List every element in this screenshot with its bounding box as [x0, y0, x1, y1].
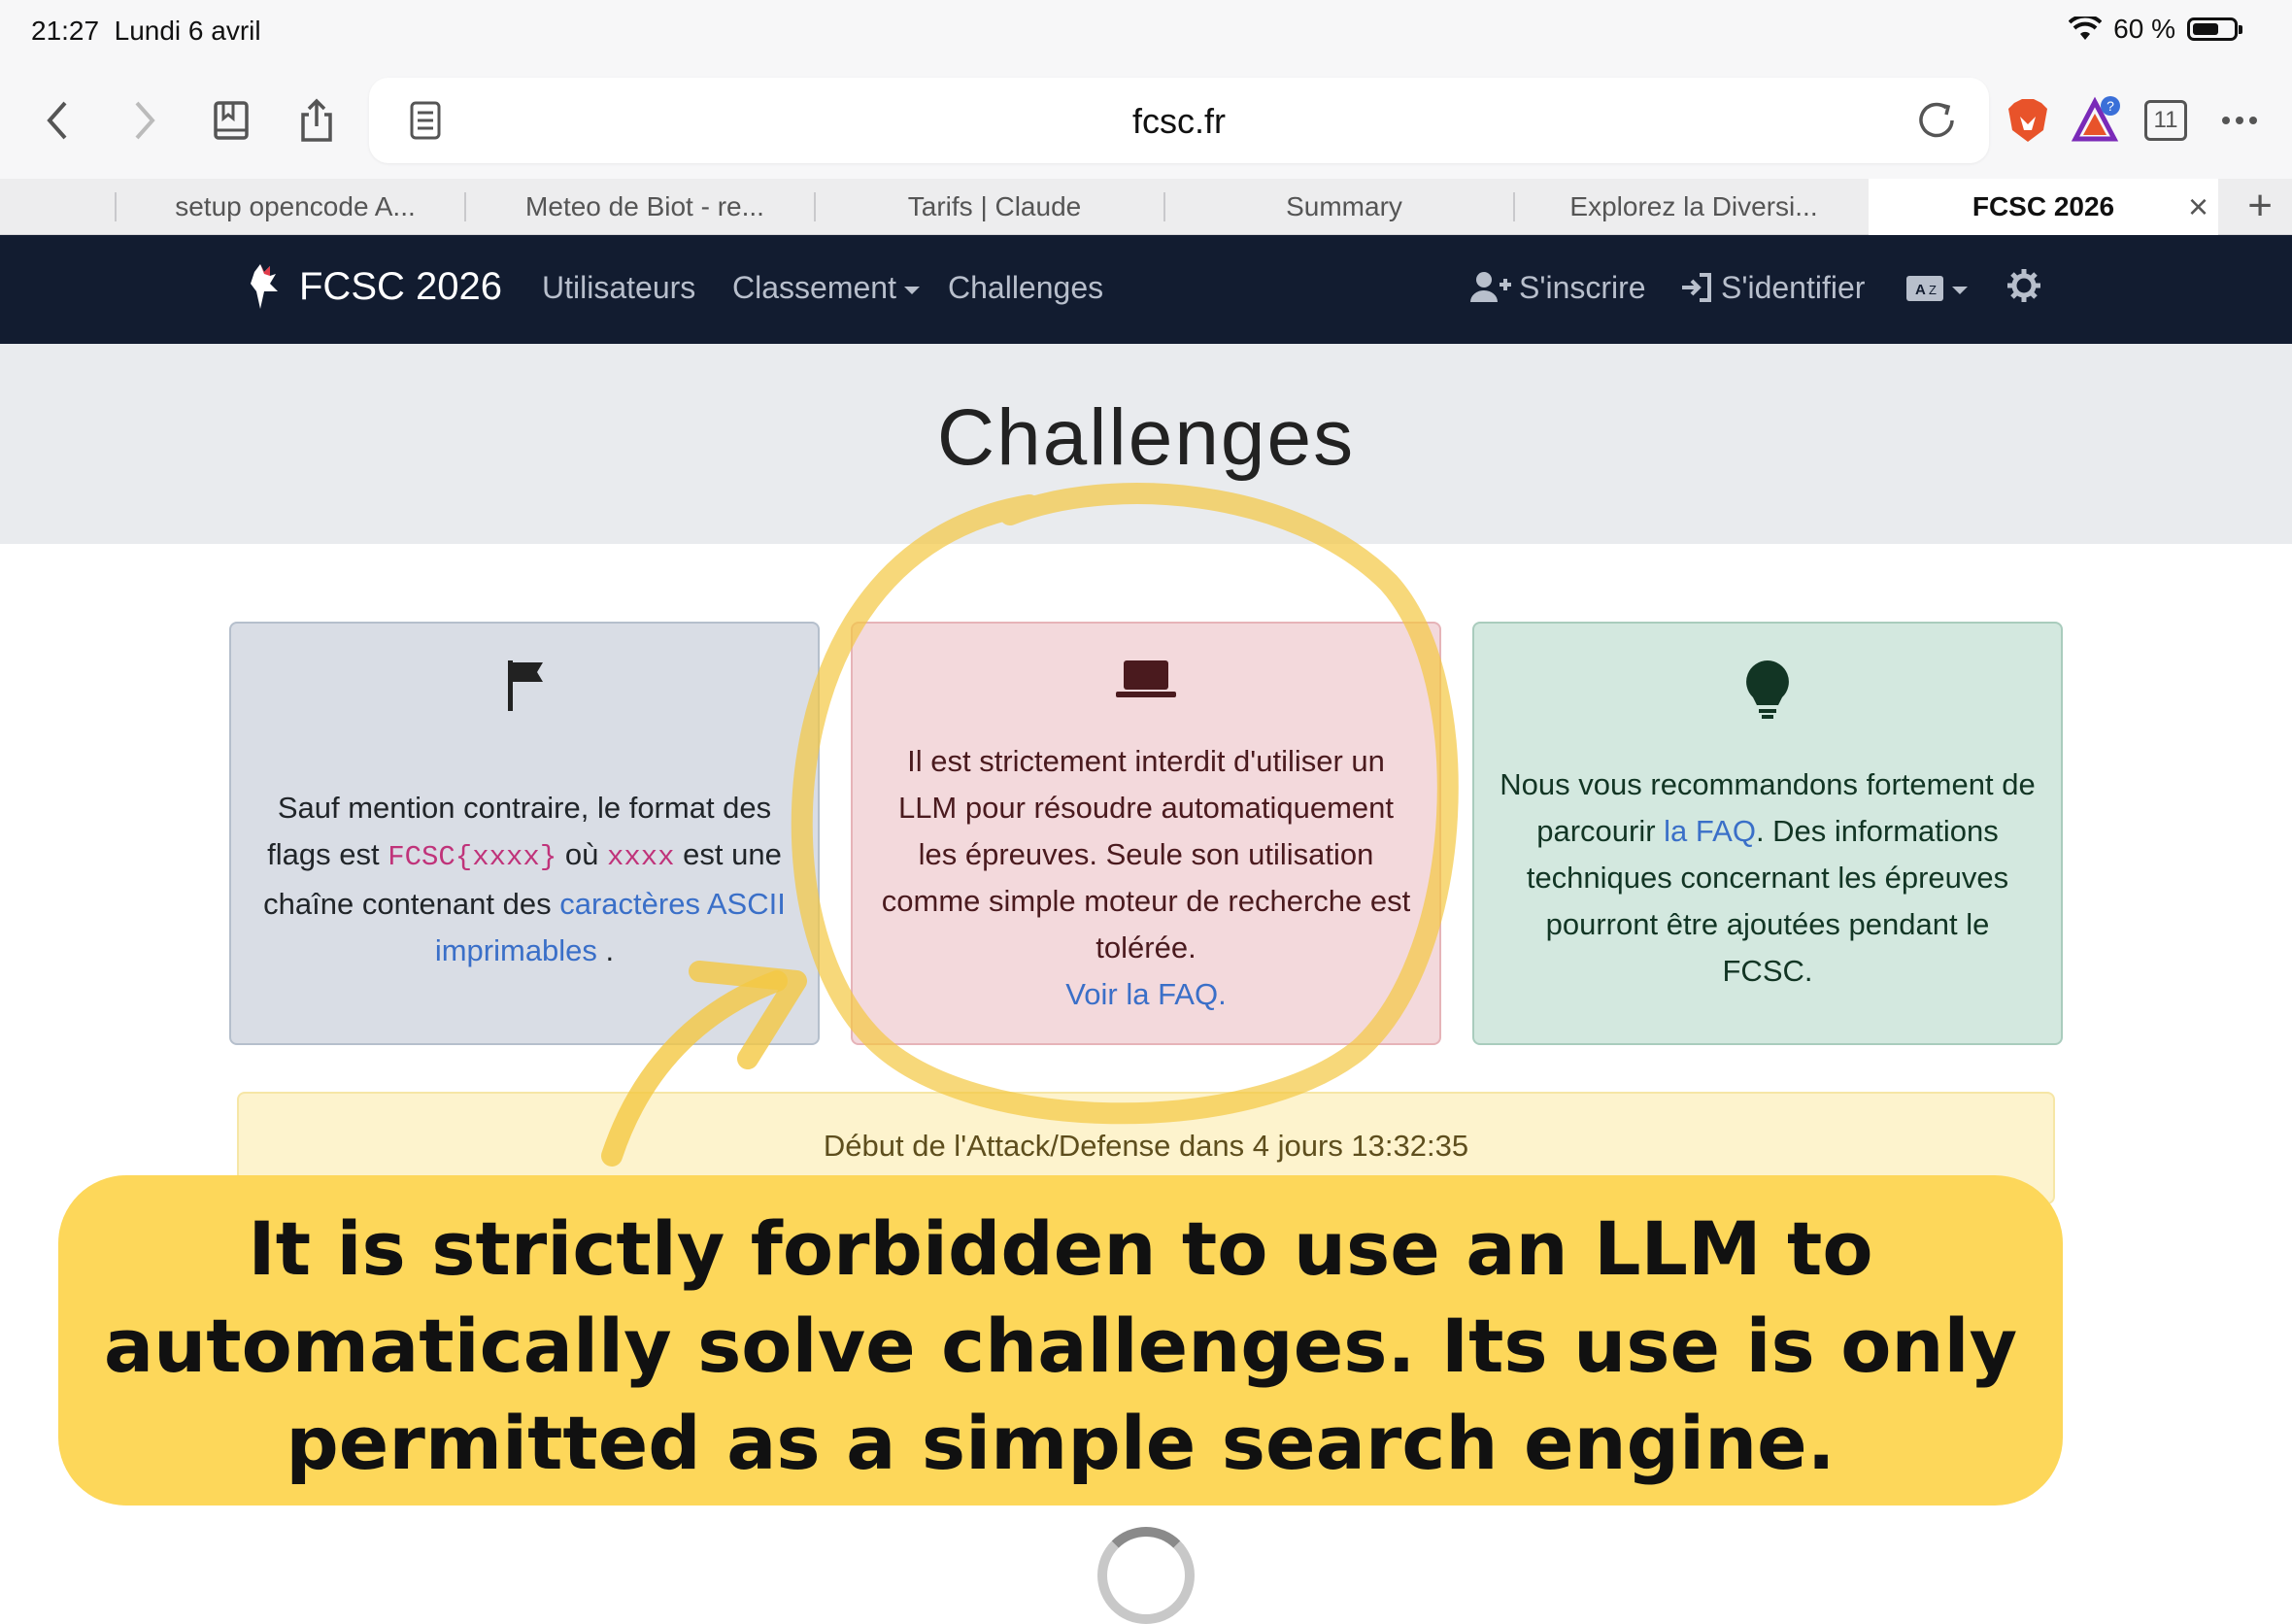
- tab-separator: [1513, 192, 1515, 221]
- language-selector[interactable]: AZ: [1905, 270, 1968, 306]
- brand-name[interactable]: FCSC 2026: [299, 265, 502, 309]
- tab-explorez[interactable]: Explorez la Diversi...: [1519, 179, 1869, 235]
- gear-icon: [2007, 269, 2040, 302]
- new-tab-icon[interactable]: +: [2247, 185, 2273, 227]
- tab-meteo[interactable]: Meteo de Biot - re...: [470, 179, 820, 235]
- battery-percent: 60 %: [2113, 14, 2175, 44]
- browser-toolbar: fcsc.fr ? 11: [0, 62, 2292, 179]
- sign-in-icon: [1682, 273, 1711, 302]
- brave-lion-icon[interactable]: [1999, 91, 2057, 150]
- nav-ranking-label: Classement: [732, 270, 896, 305]
- status-indicators: 60 %: [2069, 14, 2242, 45]
- tab-separator: [464, 192, 466, 221]
- flag-text-2: où: [556, 837, 607, 871]
- wifi-icon: [2069, 17, 2103, 40]
- reload-icon[interactable]: [1913, 97, 1960, 144]
- flag-format-card: Sauf mention contraire, le format des fl…: [229, 622, 820, 1045]
- brand[interactable]: FCSC 2026: [247, 262, 502, 311]
- nav-register[interactable]: S'inscrire: [1470, 270, 1646, 306]
- llm-policy-text: Il est strictement interdit d'utiliser u…: [881, 744, 1411, 964]
- tab-fcsc[interactable]: FCSC 2026 ×: [1869, 179, 2218, 235]
- flag-text-4: .: [596, 933, 615, 967]
- flag-format-text: Sauf mention contraire, le format des fl…: [254, 785, 794, 974]
- status-bar: 21:27 Lundi 6 avril 60 %: [0, 0, 2292, 62]
- tab-summary[interactable]: Summary: [1169, 179, 1519, 235]
- url-text[interactable]: fcsc.fr: [369, 101, 1989, 142]
- svg-text:Z: Z: [1929, 283, 1937, 297]
- flag-format-code: FCSC{xxxx}: [388, 841, 557, 873]
- countdown-text: Début de l'Attack/Defense dans 4 jours 1…: [823, 1129, 1469, 1163]
- faq-card: Nous vous recommandons fortement de parc…: [1472, 622, 2063, 1045]
- status-date: Lundi 6 avril: [114, 16, 261, 46]
- site-navbar: FCSC 2026 Utilisateurs Classement Challe…: [0, 235, 2292, 344]
- loading-spinner-icon: [1097, 1527, 1195, 1624]
- address-bar[interactable]: fcsc.fr: [369, 78, 1989, 163]
- status-time: 21:27 Lundi 6 avril: [31, 16, 261, 47]
- back-icon[interactable]: [29, 91, 87, 150]
- page-header: Challenges: [0, 344, 2292, 544]
- tab-fcsc-label: FCSC 2026: [1972, 191, 2115, 221]
- tabs-count-icon[interactable]: 11: [2137, 91, 2195, 150]
- faq-text: Nous vous recommandons fortement de parc…: [1498, 761, 2038, 995]
- chevron-down-icon: [903, 286, 920, 294]
- page-title: Challenges: [936, 393, 1356, 482]
- status-clock: 21:27: [31, 16, 100, 46]
- llm-policy-card: Il est strictement interdit d'utiliser u…: [851, 622, 1441, 1045]
- language-icon: AZ: [1906, 276, 1943, 301]
- nav-challenges[interactable]: Challenges: [948, 270, 1103, 306]
- svg-text:?: ?: [2107, 98, 2114, 114]
- laptop-icon: [853, 659, 1439, 699]
- translation-callout: It is strictly forbidden to use an LLM t…: [58, 1175, 2063, 1506]
- tab-separator: [1163, 192, 1165, 221]
- flag-icon: [231, 659, 818, 711]
- rooster-logo-icon: [251, 264, 278, 309]
- flag-placeholder-code: xxxx: [606, 841, 675, 873]
- tab-opencode[interactable]: setup opencode A...: [120, 179, 470, 235]
- nav-register-label: S'inscrire: [1519, 270, 1646, 305]
- tabs-count[interactable]: 11: [2144, 100, 2187, 141]
- theme-toggle[interactable]: [2006, 268, 2041, 311]
- share-icon[interactable]: [287, 91, 346, 150]
- bookmarks-icon[interactable]: [202, 91, 260, 150]
- nav-login[interactable]: S'identifier: [1680, 270, 1865, 306]
- see-faq-link[interactable]: Voir la FAQ.: [876, 971, 1416, 1018]
- forward-icon[interactable]: [115, 91, 173, 150]
- lightbulb-icon: [1474, 659, 2061, 721]
- callout-text: It is strictly forbidden to use an LLM t…: [103, 1205, 2018, 1486]
- more-icon[interactable]: [2210, 91, 2269, 150]
- nav-ranking[interactable]: Classement: [732, 270, 920, 306]
- nav-users[interactable]: Utilisateurs: [542, 270, 695, 306]
- user-plus-icon: [1470, 272, 1511, 302]
- battery-icon: [2187, 17, 2242, 41]
- tab-strip: setup opencode A... Meteo de Biot - re..…: [0, 179, 2292, 235]
- tab-separator: [115, 192, 117, 221]
- nav-login-label: S'identifier: [1721, 270, 1866, 305]
- close-tab-icon[interactable]: ×: [2188, 179, 2208, 235]
- chevron-down-icon: [1952, 286, 1968, 294]
- svg-text:A: A: [1915, 282, 1926, 298]
- faq-link[interactable]: la FAQ: [1664, 814, 1756, 848]
- rewards-icon[interactable]: ?: [2067, 91, 2125, 150]
- tab-claude[interactable]: Tarifs | Claude: [820, 179, 1169, 235]
- tab-separator: [814, 192, 816, 221]
